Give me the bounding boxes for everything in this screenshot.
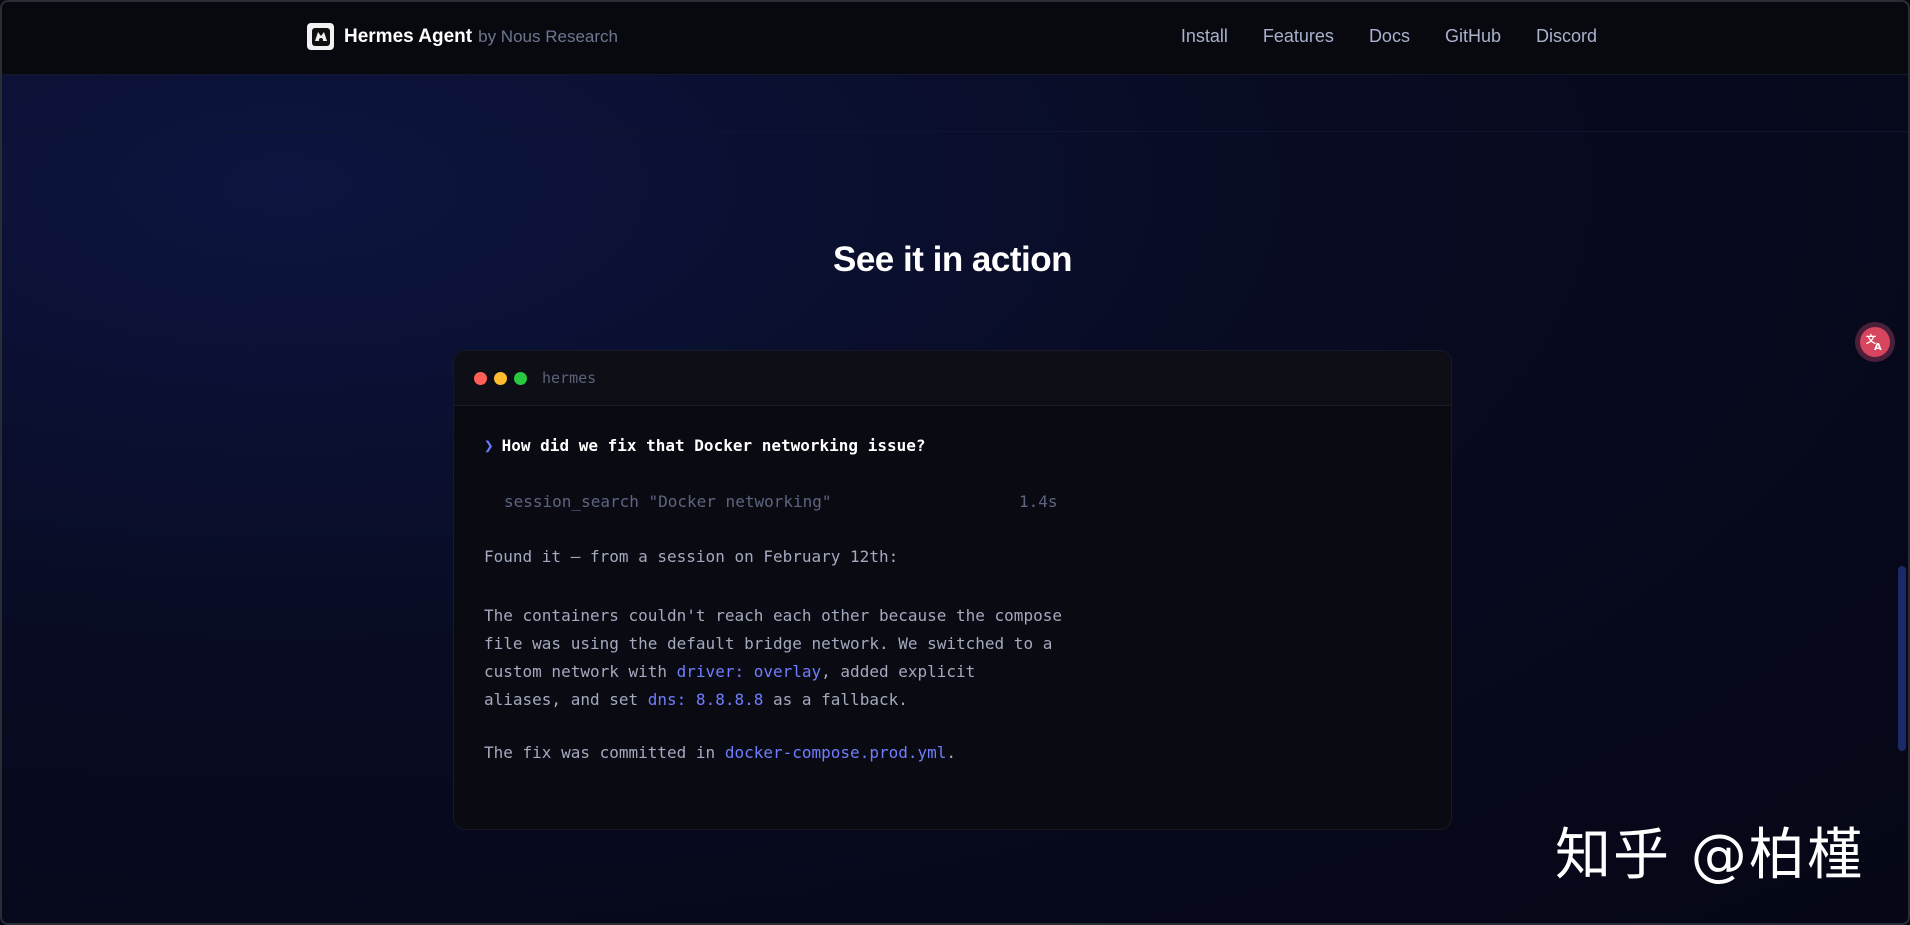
prompt-caret-icon: ❯ (484, 436, 494, 455)
code-snippet: docker-compose.prod.yml (724, 743, 947, 762)
tool-duration: 1.4s (1019, 492, 1058, 511)
nav-link-docs[interactable]: Docs (1369, 26, 1410, 47)
text-segment: , added explicit (821, 662, 976, 681)
text-segment: The fix was committed in (484, 743, 725, 762)
translate-icon: 文 A (1860, 327, 1890, 357)
minimize-dot-icon (494, 371, 507, 385)
nav-link-github[interactable]: GitHub (1445, 26, 1501, 47)
prompt-text: How did we fix that Docker networking is… (501, 436, 926, 455)
terminal-window: hermes ❯ How did we fix that Docker netwo… (453, 350, 1452, 830)
brand-name: Hermes Agent (344, 25, 473, 47)
response-line: custom network with driver: overlay, add… (484, 658, 1124, 686)
response-intro: Found it — from a session on February 12… (484, 547, 899, 566)
nav-links: Install Features Docs GitHub Discord (1181, 26, 1597, 47)
response-line: file was using the default bridge networ… (484, 634, 1053, 653)
response-paragraph: The containers couldn't reach each other… (484, 602, 1124, 714)
text-segment: custom network with (484, 662, 677, 681)
brand-byline: by Nous Research (478, 26, 618, 46)
scrollbar-thumb[interactable] (1898, 566, 1906, 751)
nav-link-install[interactable]: Install (1181, 26, 1228, 47)
close-dot-icon (474, 371, 487, 385)
response-line: The containers couldn't reach each other… (484, 606, 1062, 625)
code-snippet: dns: 8.8.8.8 (647, 690, 764, 709)
text-segment: as a fallback. (763, 690, 908, 709)
section-title: See it in action (833, 240, 1073, 279)
response-fix-line: The fix was committed in docker-compose.… (484, 743, 956, 762)
hermes-logo-icon (307, 23, 334, 50)
nav-link-discord[interactable]: Discord (1536, 26, 1597, 47)
nav-link-features[interactable]: Features (1263, 26, 1334, 47)
top-navbar: Hermes Agent by Nous Research Install Fe… (0, 0, 1910, 75)
text-segment: aliases, and set (484, 690, 648, 709)
text-segment: . (946, 743, 957, 762)
svg-text:A: A (1874, 342, 1882, 352)
terminal-titlebar: hermes (454, 351, 1451, 406)
translate-button[interactable]: 文 A (1855, 322, 1895, 362)
user-prompt: ❯ How did we fix that Docker networking i… (484, 436, 925, 455)
response-line: aliases, and set dns: 8.8.8.8 as a fallb… (484, 686, 1124, 714)
brand[interactable]: Hermes Agent by Nous Research (307, 23, 618, 50)
code-snippet: driver: overlay (676, 662, 822, 681)
watermark: 知乎 @柏槿 (1555, 823, 1865, 888)
tool-call: session_search "Docker networking" (504, 492, 832, 511)
terminal-title: hermes (542, 369, 597, 387)
section-divider (0, 131, 1910, 132)
maximize-dot-icon (514, 371, 527, 385)
